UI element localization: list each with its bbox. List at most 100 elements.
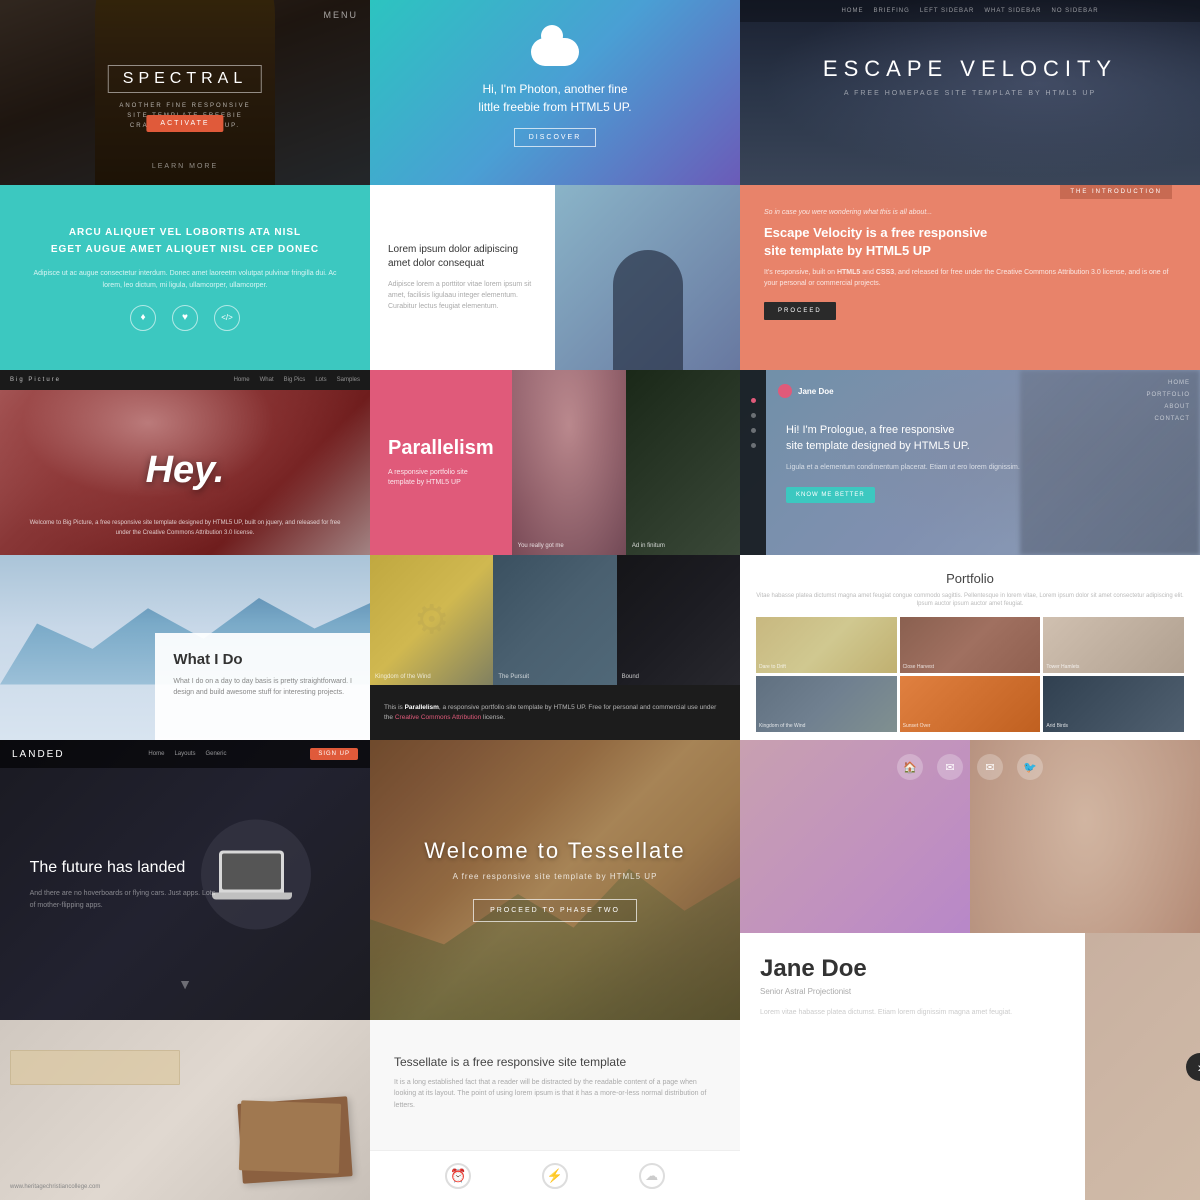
tessellate-hero: Welcome to Tessellate A free responsive … — [370, 740, 740, 1020]
pg-sunset[interactable]: Sunset Over — [900, 676, 1041, 732]
pl-nav-about[interactable]: About — [1164, 404, 1190, 410]
whatido-card: What I Do What I do on a day to day basi… — [155, 633, 370, 740]
pg-portrait-label: Close Harvest — [903, 664, 934, 670]
photon-btn[interactable]: DISCOVER — [514, 128, 597, 147]
pl-nav-portfolio[interactable]: Portfolio — [1146, 392, 1190, 398]
bigpic-n-home[interactable]: Home — [234, 377, 250, 383]
landed-hero: Landed Home Layouts Generic Sign up — [0, 740, 370, 1020]
pg-birds[interactable]: Arid Birds — [1043, 676, 1184, 732]
escape-nav-briefing-2[interactable]: Briefing — [873, 8, 909, 14]
pl-dot-1[interactable] — [751, 398, 756, 403]
para-forest-label: Ad in finitum — [632, 543, 665, 549]
prologue2-nav-2: 🏠 ✉ ✉ 🐦 — [897, 754, 1043, 780]
pg-birds-label: Arid Birds — [1046, 723, 1068, 729]
portfolio-p: Vitae habasse platea dictumst magna amet… — [756, 592, 1184, 609]
teal-code-icon: </> — [214, 305, 240, 331]
escape-intro-p: It's responsive, built on HTML5 and CSS3… — [764, 268, 1176, 289]
pg-sunset-label: Sunset Over — [903, 723, 931, 729]
portfolio-area: Portfolio Vitae habasse platea dictumst … — [740, 555, 1200, 740]
pl-nav-contact[interactable]: Contact — [1154, 416, 1190, 422]
pl2-mail1-icon[interactable]: ✉ — [937, 754, 963, 780]
bigpic-hey-text: Hey. — [146, 449, 225, 492]
landed-nav-generic[interactable]: Generic — [205, 751, 226, 757]
cell-prologue-portfolio: Home Portfolio About Contact Jane Doe Hi… — [740, 370, 1200, 740]
tessellate-icons-row: ⏰ ⚡ ☁ — [370, 1150, 740, 1200]
teal-heart-icon: ♥ — [172, 305, 198, 331]
prologue-know-btn-2[interactable]: Know me better — [786, 487, 875, 503]
tessellate-content: Welcome to Tessellate A free responsive … — [370, 740, 740, 1020]
tessellate-bolt-icon: ⚡ — [542, 1163, 568, 1189]
prologue2-card-name: Jane Doe — [760, 955, 1065, 983]
para-wind-2: ⚙ Kingdom of the Wind — [370, 555, 493, 685]
pg-windmill-label: Kingdom of the Wind — [759, 723, 805, 729]
teal-icons-row: ♦ ♥ </> — [130, 305, 240, 331]
prologue-p: Ligula et a elementum condimentum placer… — [786, 463, 1080, 474]
bigpic-desc: Welcome to Big Picture, a free responsiv… — [30, 519, 341, 538]
whatido-p: What I do on a day to day basis is prett… — [173, 676, 352, 698]
para-tree-lbl: The Pursuit — [498, 674, 529, 680]
prologue2-next-arrow[interactable]: › — [1186, 1053, 1200, 1081]
bigpic-n-what[interactable]: What — [260, 377, 274, 383]
pg-hammock-label: Tower Hamlets — [1046, 664, 1079, 670]
landed-nav-home[interactable]: Home — [148, 751, 164, 757]
escape-nav-what-2[interactable]: What Sidebar — [984, 8, 1041, 14]
photon-hi: Hi, I'm Photon, another finelittle freeb… — [478, 80, 631, 116]
prologue2-card-desc: Lorem vitae habasse platea dictumst. Eti… — [760, 1008, 1065, 1019]
para-pink-title: Parallelism A responsive portfolio site … — [370, 370, 512, 555]
prologue-hero-2: Home Portfolio About Contact Jane Doe Hi… — [740, 370, 1200, 555]
pl-dot-4[interactable] — [751, 443, 756, 448]
pg-windmill[interactable]: Kingdom of the Wind — [756, 676, 897, 732]
tessellate-welcome: Welcome to Tessellate — [424, 838, 685, 864]
tessellate-desc: Tessellate is a free responsive site tem… — [370, 1020, 740, 1150]
escape-nav-home-2[interactable]: Home — [841, 8, 863, 14]
cell-landed-stationery: Landed Home Layouts Generic Sign up — [0, 740, 370, 1200]
tessellate-btn[interactable]: Proceed to phase two — [473, 899, 637, 922]
escape-intro-inner: So in case you were wondering what this … — [764, 209, 1176, 320]
photon-person-img — [555, 185, 740, 370]
pg-hammock[interactable]: Tower Hamlets — [1043, 617, 1184, 673]
pg-field-label: Dare to Drift — [759, 664, 786, 670]
pl-dot-2[interactable] — [751, 413, 756, 418]
pg-portrait[interactable]: Close Harvest — [900, 617, 1041, 673]
escape-nav-no-2[interactable]: No Sidebar — [1052, 8, 1099, 14]
bigpic-n-big[interactable]: Big Pics — [284, 377, 306, 383]
escape-nav-2: Home Briefing Left Sidebar What Sidebar … — [740, 0, 1200, 22]
spectral-menu-2[interactable]: Menu — [324, 10, 359, 20]
photon-content-row: Lorem ipsum dolor adipiscingamet dolor c… — [370, 185, 740, 370]
para-dark-2: Bound — [617, 555, 740, 685]
spectral-learn[interactable]: LEARN MORE — [152, 163, 218, 170]
escape-title-2: ESCAPE VELOCITY A FREE HOMEPAGE SITE TEM… — [823, 56, 1117, 97]
para-cc-link-2[interactable]: Creative Commons Attribution — [395, 714, 481, 721]
pl2-twitter-icon[interactable]: 🐦 — [1017, 754, 1043, 780]
bigpic-n-samples[interactable]: Samples — [337, 377, 360, 383]
photon-text: Lorem ipsum dolor adipiscingamet dolor c… — [370, 185, 555, 370]
pl-dot-3[interactable] — [751, 428, 756, 433]
pl2-home-icon[interactable]: 🏠 — [897, 754, 923, 780]
landed-arrow-down: ▼ — [178, 976, 192, 992]
landed-nav-layouts[interactable]: Layouts — [174, 751, 195, 757]
teal-body-2: Adipisce ut ac augue consectetur interdu… — [24, 268, 346, 290]
bigpic-n-lots[interactable]: Lots — [315, 377, 326, 383]
escape-proceed[interactable]: PROCEED — [764, 302, 836, 320]
escape-so: So in case you were wondering what this … — [764, 209, 1176, 216]
escape-intro-tab-2: THE INTRODUCTION — [1060, 185, 1172, 199]
landed-nav-links: Home Layouts Generic — [148, 751, 226, 757]
photon-s1-body: Adipisce lorem a porttitor vitae lorem i… — [388, 279, 537, 313]
spectral-activate[interactable]: ACTIVATE — [146, 115, 223, 132]
pg-field[interactable]: Dare to Drift — [756, 617, 897, 673]
para-forest-img: Ad in finitum — [626, 370, 740, 555]
escape-nav-left-2[interactable]: Left Sidebar — [920, 8, 975, 14]
whatido-area: What I Do What I do on a day to day basi… — [0, 555, 370, 740]
pl2-mail2-icon[interactable]: ✉ — [977, 754, 1003, 780]
pl-nav-home[interactable]: Home — [1168, 380, 1190, 386]
para-h2: Parallelism — [388, 437, 494, 460]
escape-main-title: ESCAPE VELOCITY — [823, 56, 1117, 82]
bigpic-nav-bar: Big Picture Home What Big Pics Lots Samp… — [0, 370, 370, 390]
landed-signup-btn[interactable]: Sign up — [310, 748, 358, 760]
para-desc-p: This is Parallelism, a responsive portfo… — [384, 703, 726, 723]
tessellate-clock-icon: ⏰ — [445, 1163, 471, 1189]
para-dark-lbl: Bound — [622, 674, 639, 680]
bigpic-face-area: Hey. Welcome to Big Picture, a free resp… — [0, 390, 370, 555]
photo-grid-2: Dare to Drift Close Harvest Tower Hamlet… — [756, 617, 1184, 732]
photon-s1-head: Lorem ipsum dolor adipiscingamet dolor c… — [388, 243, 537, 271]
